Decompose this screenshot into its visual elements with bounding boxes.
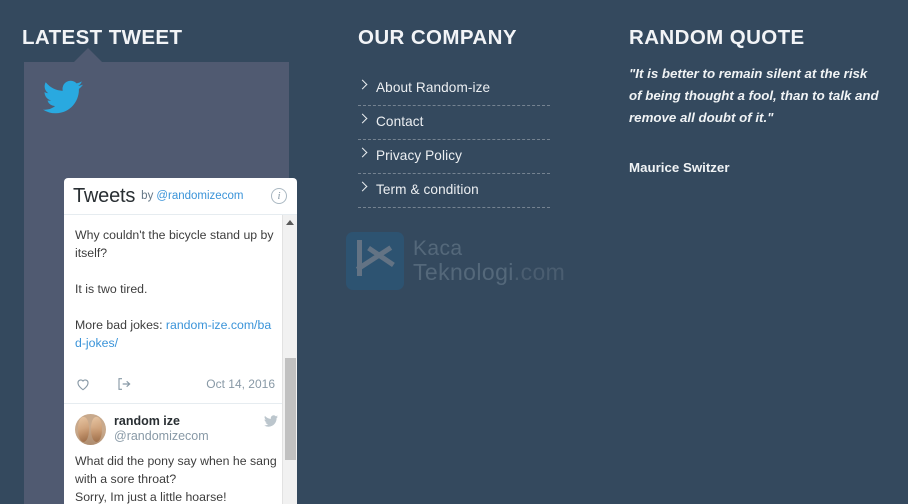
tweet-author-handle: @randomizecom [114,428,209,443]
scrollbar-thumb[interactable] [285,358,296,460]
tweet-panel: Tweets by @randomizecom i Why couldn't t… [24,48,297,504]
tweet-body: What did the pony say when he sang with … [75,454,277,504]
kaca-teknologi-logo-icon [346,232,404,290]
quote-author: Maurice Switzer [629,160,730,175]
company-link-terms[interactable]: Term & condition [357,174,550,208]
random-quote-column: RANDOM QUOTE "It is better to remain sil… [620,0,908,504]
company-link-privacy-policy[interactable]: Privacy Policy [357,140,550,174]
scrollbar[interactable] [282,215,297,504]
tweet-user-identity: random ize @randomizecom [114,414,209,444]
twitter-tweet-stream[interactable]: Why couldn't the bicycle stand up by its… [64,215,297,504]
tweet-line: It is two tired. [75,282,148,296]
chevron-right-icon [357,147,368,158]
info-icon[interactable]: i [271,188,287,204]
tweet-line: Why couldn't the bicycle stand up by its… [75,228,274,260]
watermark-brand: Teknologi [413,259,514,285]
scroll-up-arrow-icon[interactable] [286,220,294,225]
tweet-author-name: random ize [114,414,180,428]
share-icon[interactable] [116,376,132,392]
tweet-date: Oct 14, 2016 [206,377,275,391]
chevron-right-icon [357,79,368,90]
company-link-label: Privacy Policy [376,148,463,163]
twitter-bird-icon [43,80,83,114]
tweet-text: Why couldn't the bicycle stand up by its… [75,226,275,352]
chevron-right-icon [357,181,368,192]
tweet-item[interactable]: random ize @randomizecom What did the po… [64,404,297,504]
twitter-widget-title: Tweets [73,184,136,207]
twitter-widget-by-label: by [141,189,154,202]
latest-tweet-heading: LATEST TWEET [22,26,183,49]
company-link-label: Contact [376,114,424,129]
tweet-actions: Oct 14, 2016 [75,375,275,393]
latest-tweet-column: LATEST TWEET Tweets by @randomizecom i W… [0,0,330,504]
twitter-timeline-widget[interactable]: Tweets by @randomizecom i Why couldn't t… [64,178,297,504]
tweet-line-prefix: More bad jokes: [75,318,166,332]
random-quote-heading: RANDOM QUOTE [629,26,805,49]
heart-icon[interactable] [75,376,91,392]
company-link-about[interactable]: About Random-ize [357,72,550,106]
watermark-domain: .com [513,259,566,285]
tweet-user-row: random ize @randomizecom [75,414,283,445]
watermark-line-2: Teknologi.com [413,261,565,284]
avatar[interactable] [75,414,106,445]
twitter-widget-handle-link[interactable]: @randomizecom [156,190,243,203]
company-link-contact[interactable]: Contact [357,106,550,140]
tweet-item[interactable]: Why couldn't the bicycle stand up by its… [64,215,297,404]
watermark-line-1: Kaca [413,237,463,260]
twitter-bird-icon [264,415,278,427]
company-link-label: Term & condition [376,182,479,197]
tweet-text: What did the pony say when he sang with … [75,452,283,504]
footer-columns: LATEST TWEET Tweets by @randomizecom i W… [0,0,908,504]
quote-text: "It is better to remain silent at the ri… [629,66,879,125]
twitter-widget-header: Tweets by @randomizecom i [64,178,297,215]
company-link-label: About Random-ize [376,80,491,95]
watermark-text: Kaca Teknologi.com [413,238,565,284]
chevron-right-icon [357,113,368,124]
watermark: Kaca Teknologi.com [346,230,565,292]
company-links-list: About Random-ize Contact Privacy Policy … [357,72,550,208]
our-company-heading: OUR COMPANY [358,26,517,49]
tweet-line-with-link: More bad jokes: random-ize.com/bad-jokes… [75,316,275,352]
